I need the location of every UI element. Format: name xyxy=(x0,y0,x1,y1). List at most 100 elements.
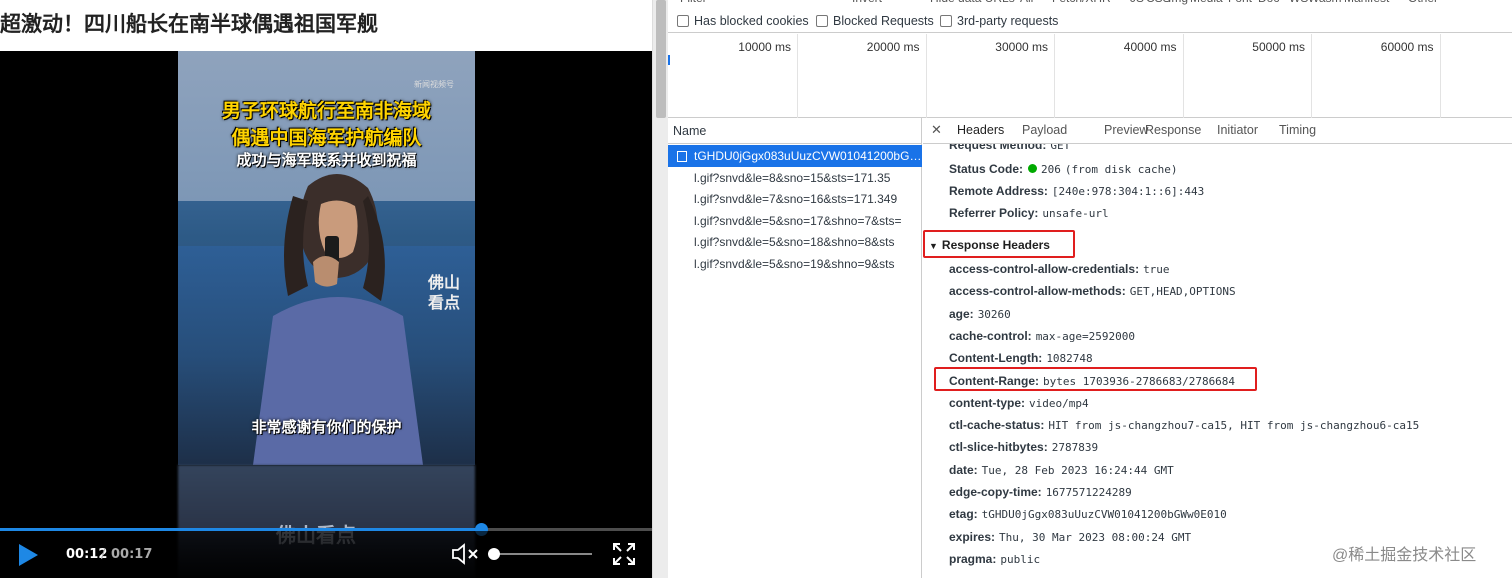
timeline-tick-label: 30000 ms xyxy=(995,40,1048,54)
status-ok-icon xyxy=(1028,164,1038,173)
timeline-gridline xyxy=(1182,34,1184,118)
timeline-gridline xyxy=(925,34,927,118)
request-name: l.gif?snvd&le=5&sno=18&shno=8&sts xyxy=(694,235,895,249)
header-key: etag: xyxy=(949,507,978,522)
page-scrollbar[interactable] xyxy=(652,0,668,578)
filter-toolbar-item[interactable]: All xyxy=(1020,0,1033,5)
media-file-icon xyxy=(677,151,687,162)
request-detail: ✕ Headers Payload Preview Response Initiator… xyxy=(923,118,1512,578)
video-subtitle: 非常感谢有你们的保护 xyxy=(251,418,402,436)
video-player[interactable]: 新闻视频号 男子环球航行至南非海域 偶遇中国海军护航编队 成功与海军联系并收到祝… xyxy=(0,51,652,578)
volume-slider[interactable] xyxy=(494,553,592,555)
highlight-box-content-range xyxy=(934,367,1257,391)
request-method-label: Request Method: xyxy=(949,144,1047,152)
page-scrollbar-thumb[interactable] xyxy=(656,0,666,118)
timeline-tick-label: 50000 ms xyxy=(1252,40,1305,54)
checkbox-box[interactable] xyxy=(816,15,828,27)
time-total: 00:17 xyxy=(111,547,153,562)
blocked-requests-checkbox[interactable]: Blocked Requests xyxy=(816,14,934,28)
header-value: HIT from js-changzhou7-ca15, HIT from js… xyxy=(1048,419,1420,433)
filter-toolbar-item[interactable]: JS xyxy=(1130,0,1144,5)
response-header-row: content-type: video/mp4 xyxy=(949,396,1089,410)
devtools-network-panel: Filter Invert Hide data URLs All Fetch/XHR JS… xyxy=(668,0,1512,578)
header-value: video/mp4 xyxy=(1029,396,1089,410)
volume-muted-icon[interactable] xyxy=(451,542,483,566)
header-key: cache-control: xyxy=(949,328,1032,343)
tab-initiator[interactable]: Initiator xyxy=(1217,123,1258,137)
checkbox-label: 3rd-party requests xyxy=(957,14,1059,28)
filter-toolbar-item[interactable]: WS xyxy=(1289,0,1308,5)
third-party-requests-checkbox[interactable]: 3rd-party requests xyxy=(940,14,1058,28)
checkbox-label: Has blocked cookies xyxy=(694,14,809,28)
header-key: age: xyxy=(949,306,974,321)
request-row[interactable]: l.gif?snvd&le=5&sno=17&shno=7&sts= xyxy=(668,210,922,232)
response-header-row: date: Tue, 28 Feb 2023 16:24:44 GMT xyxy=(949,463,1174,477)
filter-toolbar-item[interactable]: Hide data URLs xyxy=(930,0,1015,5)
filter-toolbar: Filter Invert Hide data URLs All Fetch/XHR JS… xyxy=(668,0,1512,9)
status-code-label: Status Code: xyxy=(949,162,1024,176)
request-method-value: GET xyxy=(1050,144,1071,152)
timeline-tick-label: 60000 ms xyxy=(1380,40,1434,54)
player-controls: 00:12 / 00:17 xyxy=(0,531,652,578)
timeline-tick-label: 10000 ms xyxy=(738,40,791,54)
filter-toolbar-item[interactable]: Doc xyxy=(1258,0,1279,5)
request-row[interactable]: l.gif?snvd&le=5&sno=18&shno=8&sts xyxy=(668,231,922,253)
name-column-header[interactable]: Name xyxy=(668,118,922,144)
checkbox-box[interactable] xyxy=(677,15,689,27)
request-row[interactable]: l.gif?snvd&le=8&sno=15&sts=171.35 xyxy=(668,167,922,189)
response-header-row: etag: tGHDU0jGgx083uUuzCVW01041200bGWw0E0… xyxy=(949,507,1227,521)
response-header-row: access-control-allow-methods: GET,HEAD,OP… xyxy=(949,284,1236,298)
response-header-row: expires: Thu, 30 Mar 2023 08:00:24 GMT xyxy=(949,530,1191,544)
filter-toolbar-item[interactable]: Filter xyxy=(680,0,707,5)
header-key: pragma: xyxy=(949,551,997,566)
request-name: tGHDU0jGgx083uUuzCVW01041200bGwW0E010.mp… xyxy=(694,149,922,163)
filter-toolbar-item[interactable]: Media xyxy=(1190,0,1223,5)
status-code-value: 206 xyxy=(1041,163,1061,176)
header-key: date: xyxy=(949,462,978,477)
close-icon[interactable]: ✕ xyxy=(931,122,942,138)
tab-headers[interactable]: Headers xyxy=(957,123,1004,137)
network-overview-timeline[interactable]: 10000 ms 20000 ms 30000 ms 40000 ms 50000 ms… xyxy=(668,34,1512,118)
screen: 超激动！四川船长在南半球偶遇祖国军舰 新闻视频号 男子环球航行至南非海域 偶遇中… xyxy=(0,0,1512,578)
tab-preview[interactable]: Preview xyxy=(1104,123,1148,137)
filter-toolbar-item[interactable]: Other xyxy=(1408,0,1438,5)
video-frame[interactable]: 新闻视频号 男子环球航行至南非海域 偶遇中国海军护航编队 成功与海军联系并收到祝… xyxy=(178,51,475,465)
header-key: access-control-allow-methods: xyxy=(949,284,1126,299)
filter-toolbar-item[interactable]: Font xyxy=(1228,0,1252,5)
filter-toolbar-item[interactable]: Img xyxy=(1168,0,1188,5)
request-method-row: Request Method: GET xyxy=(949,144,1070,152)
filter-toolbar-item[interactable]: CSS xyxy=(1146,0,1171,5)
fullscreen-icon[interactable] xyxy=(613,543,635,565)
response-header-row: pragma: public xyxy=(949,552,1040,566)
video-caption-line3: 成功与海军联系并收到祝福 xyxy=(236,151,417,169)
remote-address-row: Remote Address: [240e:978:304:1::6]:443 xyxy=(949,184,1204,198)
filter-toolbar-item[interactable]: Manifest xyxy=(1344,0,1389,5)
has-blocked-cookies-checkbox[interactable]: Has blocked cookies xyxy=(677,14,809,28)
status-code-note: (from disk cache) xyxy=(1064,163,1178,176)
headers-view: Request Method: GET Status Code: 206 (from … xyxy=(923,144,1512,578)
time-separator: / xyxy=(101,547,106,562)
tab-response[interactable]: Response xyxy=(1145,123,1201,137)
play-icon[interactable] xyxy=(14,541,42,569)
volume-handle[interactable] xyxy=(488,548,500,560)
request-name: l.gif?snvd&le=5&sno=17&shno=7&sts= xyxy=(694,213,902,228)
response-header-row: age: 30260 xyxy=(949,307,1011,321)
request-row[interactable]: l.gif?snvd&le=7&sno=16&sts=171.349 xyxy=(668,188,922,210)
request-row[interactable]: l.gif?snvd&le=5&sno=19&shno=9&sts xyxy=(668,253,922,275)
checkbox-box[interactable] xyxy=(940,15,952,27)
filter-toolbar-item[interactable]: Fetch/XHR xyxy=(1052,0,1111,5)
status-code-row: Status Code: 206 (from disk cache) xyxy=(949,162,1177,176)
tab-payload[interactable]: Payload xyxy=(1022,123,1067,137)
header-value: 1677571224289 xyxy=(1045,486,1132,499)
response-header-row: ctl-cache-status: HIT from js-changzhou7-… xyxy=(949,418,1419,432)
header-value: Tue, 28 Feb 2023 16:24:44 GMT xyxy=(981,463,1174,477)
filter-toolbar-item[interactable]: Wasm xyxy=(1308,0,1342,5)
timeline-tick-label: 20000 ms xyxy=(866,40,920,54)
video-caption-line2: 偶遇中国海军护航编队 xyxy=(231,127,422,149)
highlight-box-response-headers xyxy=(923,230,1075,258)
request-row-selected[interactable]: tGHDU0jGgx083uUuzCVW01041200bGwW0E010.mp… xyxy=(668,145,922,167)
corner-watermark: @稀土掘金技术社区 xyxy=(1332,547,1477,564)
response-header-row: edge-copy-time: 1677571224289 xyxy=(949,485,1132,499)
filter-toolbar-item[interactable]: Invert xyxy=(852,0,882,5)
tab-timing[interactable]: Timing xyxy=(1279,123,1316,137)
